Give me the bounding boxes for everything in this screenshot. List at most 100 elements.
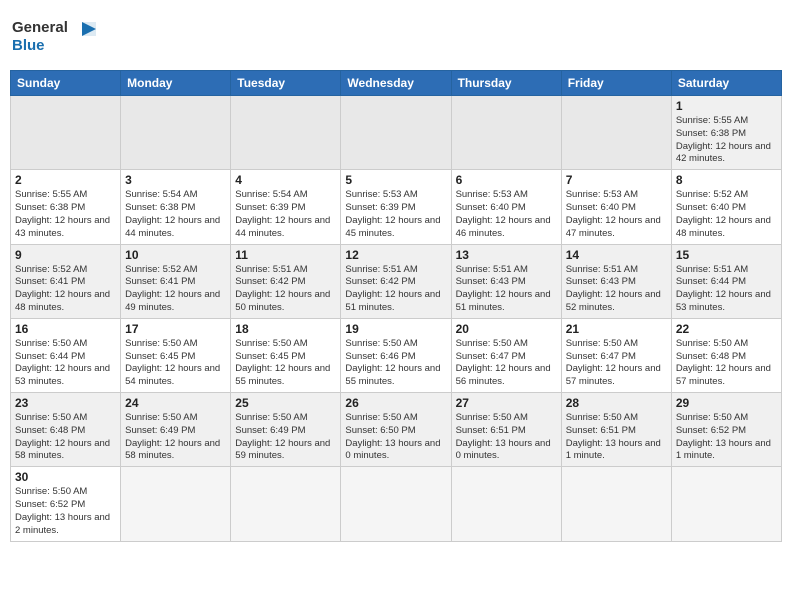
days-of-week-row: SundayMondayTuesdayWednesdayThursdayFrid… <box>11 71 782 96</box>
day-number: 26 <box>345 396 446 410</box>
week-row-5: 23Sunrise: 5:50 AMSunset: 6:48 PMDayligh… <box>11 393 782 467</box>
calendar-cell <box>341 467 451 541</box>
calendar-cell: 27Sunrise: 5:50 AMSunset: 6:51 PMDayligh… <box>451 393 561 467</box>
calendar-cell <box>231 467 341 541</box>
calendar-cell: 20Sunrise: 5:50 AMSunset: 6:47 PMDayligh… <box>451 318 561 392</box>
day-number: 14 <box>566 248 667 262</box>
day-info: Sunrise: 5:53 AMSunset: 6:40 PMDaylight:… <box>566 189 667 240</box>
day-number: 30 <box>15 470 116 484</box>
day-info: Sunrise: 5:55 AMSunset: 6:38 PMDaylight:… <box>15 189 116 240</box>
calendar-cell: 30 Sunrise: 5:50 AMSunset: 6:52 PMDayligh… <box>11 467 121 541</box>
day-number: 7 <box>566 173 667 187</box>
calendar-table: SundayMondayTuesdayWednesdayThursdayFrid… <box>10 70 782 542</box>
svg-text:Blue: Blue <box>12 37 45 54</box>
day-number: 4 <box>235 173 336 187</box>
calendar-cell: 18 Sunrise: 5:50 AMSunset: 6:45 PMDayligh… <box>231 318 341 392</box>
day-info: Sunrise: 5:50 AMSunset: 6:52 PMDaylight:… <box>15 486 116 537</box>
day-info: Sunrise: 5:51 AMSunset: 6:44 PMDaylight:… <box>676 264 777 315</box>
calendar-cell: 25 Sunrise: 5:50 AMSunset: 6:49 PMDayligh… <box>231 393 341 467</box>
day-info: Sunrise: 5:51 AMSunset: 6:42 PMDaylight:… <box>345 264 446 315</box>
col-header-thursday: Thursday <box>451 71 561 96</box>
week-row-4: 16 Sunrise: 5:50 AMSunset: 6:44 PMDayligh… <box>11 318 782 392</box>
day-info: Sunrise: 5:50 AMSunset: 6:51 PMDaylight:… <box>456 412 557 463</box>
day-info: Sunrise: 5:51 AMSunset: 6:43 PMDaylight:… <box>456 264 557 315</box>
col-header-wednesday: Wednesday <box>341 71 451 96</box>
week-row-6: 30 Sunrise: 5:50 AMSunset: 6:52 PMDayligh… <box>11 467 782 541</box>
day-number: 28 <box>566 396 667 410</box>
calendar-cell: 24 Sunrise: 5:50 AMSunset: 6:49 PMDayligh… <box>121 393 231 467</box>
day-info: Sunrise: 5:53 AMSunset: 6:40 PMDaylight:… <box>456 189 557 240</box>
day-number: 23 <box>15 396 116 410</box>
calendar-cell: 8 Sunrise: 5:52 AMSunset: 6:40 PMDaylight… <box>671 170 781 244</box>
day-info: Sunrise: 5:54 AMSunset: 6:38 PMDaylight:… <box>125 189 226 240</box>
day-info: Sunrise: 5:50 AMSunset: 6:51 PMDaylight:… <box>566 412 667 463</box>
calendar-cell: 9 Sunrise: 5:52 AMSunset: 6:41 PMDaylight… <box>11 244 121 318</box>
day-info: Sunrise: 5:50 AMSunset: 6:50 PMDaylight:… <box>345 412 446 463</box>
calendar-cell: 14Sunrise: 5:51 AMSunset: 6:43 PMDayligh… <box>561 244 671 318</box>
calendar-cell <box>231 96 341 170</box>
day-number: 21 <box>566 322 667 336</box>
calendar-cell: 5Sunrise: 5:53 AMSunset: 6:39 PMDaylight… <box>341 170 451 244</box>
day-info: Sunrise: 5:50 AMSunset: 6:46 PMDaylight:… <box>345 338 446 389</box>
day-info: Sunrise: 5:50 AMSunset: 6:52 PMDaylight:… <box>676 412 777 463</box>
day-info: Sunrise: 5:50 AMSunset: 6:49 PMDaylight:… <box>125 412 226 463</box>
day-number: 5 <box>345 173 446 187</box>
col-header-tuesday: Tuesday <box>231 71 341 96</box>
day-number: 25 <box>235 396 336 410</box>
day-info: Sunrise: 5:52 AMSunset: 6:40 PMDaylight:… <box>676 189 777 240</box>
calendar-cell: 26 Sunrise: 5:50 AMSunset: 6:50 PMDayligh… <box>341 393 451 467</box>
day-info: Sunrise: 5:50 AMSunset: 6:48 PMDaylight:… <box>676 338 777 389</box>
day-info: Sunrise: 5:50 AMSunset: 6:45 PMDaylight:… <box>125 338 226 389</box>
col-header-saturday: Saturday <box>671 71 781 96</box>
day-info: Sunrise: 5:52 AMSunset: 6:41 PMDaylight:… <box>125 264 226 315</box>
day-info: Sunrise: 5:50 AMSunset: 6:49 PMDaylight:… <box>235 412 336 463</box>
day-info: Sunrise: 5:54 AMSunset: 6:39 PMDaylight:… <box>235 189 336 240</box>
calendar-cell <box>341 96 451 170</box>
day-info: Sunrise: 5:55 AMSunset: 6:38 PMDaylight:… <box>676 115 777 166</box>
calendar-cell: 19Sunrise: 5:50 AMSunset: 6:46 PMDayligh… <box>341 318 451 392</box>
day-number: 18 <box>235 322 336 336</box>
day-info: Sunrise: 5:51 AMSunset: 6:42 PMDaylight:… <box>235 264 336 315</box>
day-number: 17 <box>125 322 226 336</box>
day-number: 16 <box>15 322 116 336</box>
day-number: 8 <box>676 173 777 187</box>
week-row-1: 1 Sunrise: 5:55 AMSunset: 6:38 PMDaylight… <box>11 96 782 170</box>
day-number: 9 <box>15 248 116 262</box>
calendar-cell <box>451 467 561 541</box>
calendar-cell: 17 Sunrise: 5:50 AMSunset: 6:45 PMDayligh… <box>121 318 231 392</box>
calendar-cell <box>561 96 671 170</box>
page-header: General Blue <box>10 10 782 64</box>
calendar-cell: 28 Sunrise: 5:50 AMSunset: 6:51 PMDayligh… <box>561 393 671 467</box>
day-number: 10 <box>125 248 226 262</box>
calendar-cell: 29Sunrise: 5:50 AMSunset: 6:52 PMDayligh… <box>671 393 781 467</box>
calendar-cell: 23Sunrise: 5:50 AMSunset: 6:48 PMDayligh… <box>11 393 121 467</box>
day-info: Sunrise: 5:50 AMSunset: 6:44 PMDaylight:… <box>15 338 116 389</box>
calendar-cell: 3 Sunrise: 5:54 AMSunset: 6:38 PMDaylight… <box>121 170 231 244</box>
logo: General Blue <box>10 10 100 64</box>
day-number: 3 <box>125 173 226 187</box>
week-row-2: 2 Sunrise: 5:55 AMSunset: 6:38 PMDaylight… <box>11 170 782 244</box>
day-number: 22 <box>676 322 777 336</box>
day-number: 2 <box>15 173 116 187</box>
calendar-cell: 1 Sunrise: 5:55 AMSunset: 6:38 PMDaylight… <box>671 96 781 170</box>
day-number: 6 <box>456 173 557 187</box>
calendar-cell: 12Sunrise: 5:51 AMSunset: 6:42 PMDayligh… <box>341 244 451 318</box>
day-info: Sunrise: 5:52 AMSunset: 6:41 PMDaylight:… <box>15 264 116 315</box>
calendar-cell: 10 Sunrise: 5:52 AMSunset: 6:41 PMDayligh… <box>121 244 231 318</box>
calendar-cell: 7 Sunrise: 5:53 AMSunset: 6:40 PMDaylight… <box>561 170 671 244</box>
col-header-sunday: Sunday <box>11 71 121 96</box>
day-number: 11 <box>235 248 336 262</box>
day-number: 15 <box>676 248 777 262</box>
day-number: 24 <box>125 396 226 410</box>
calendar-cell <box>121 467 231 541</box>
calendar-cell: 2 Sunrise: 5:55 AMSunset: 6:38 PMDaylight… <box>11 170 121 244</box>
day-number: 20 <box>456 322 557 336</box>
calendar-cell: 22 Sunrise: 5:50 AMSunset: 6:48 PMDayligh… <box>671 318 781 392</box>
day-number: 1 <box>676 99 777 113</box>
calendar-cell: 21Sunrise: 5:50 AMSunset: 6:47 PMDayligh… <box>561 318 671 392</box>
day-info: Sunrise: 5:50 AMSunset: 6:45 PMDaylight:… <box>235 338 336 389</box>
logo-svg: General Blue <box>10 14 100 64</box>
calendar-cell: 11 Sunrise: 5:51 AMSunset: 6:42 PMDayligh… <box>231 244 341 318</box>
calendar-cell: 4 Sunrise: 5:54 AMSunset: 6:39 PMDaylight… <box>231 170 341 244</box>
calendar-cell <box>11 96 121 170</box>
